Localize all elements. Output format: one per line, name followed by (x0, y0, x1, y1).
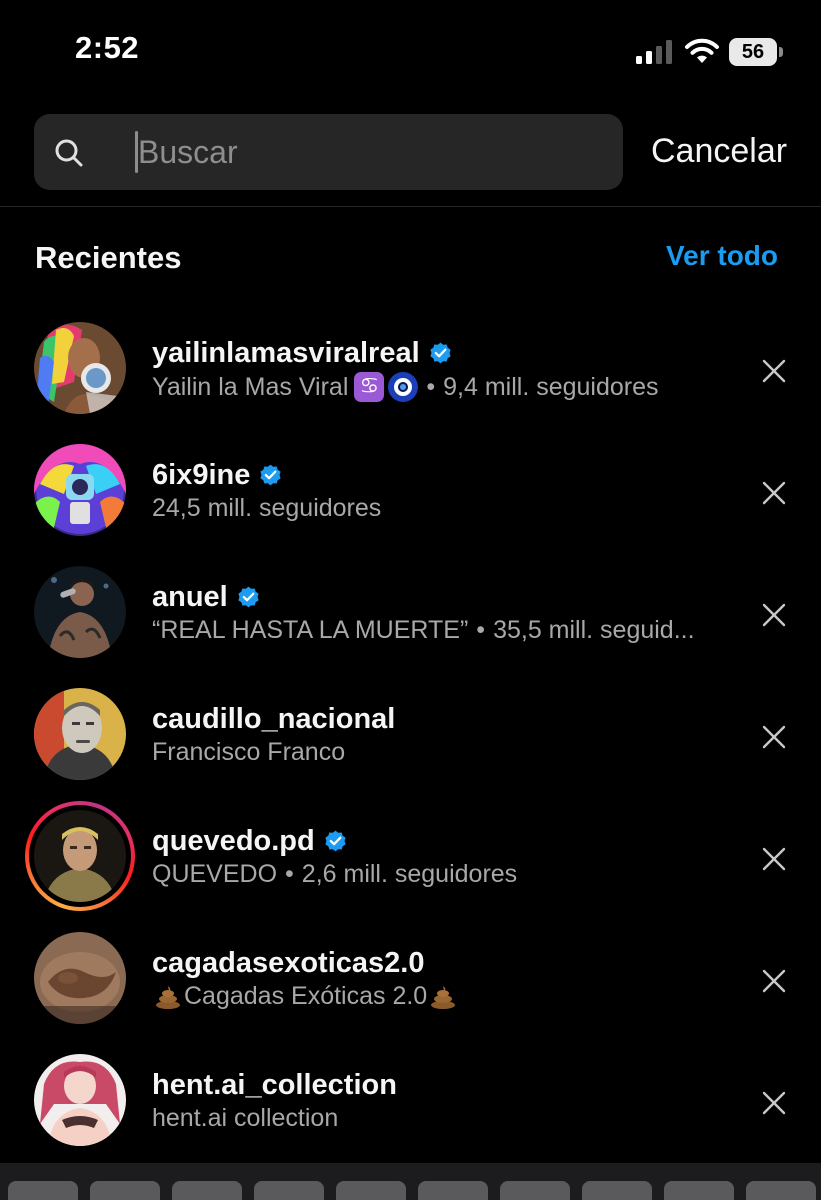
subtitle: “REAL HASTA LA MUERTE” • 35,5 mill. segu… (152, 616, 732, 645)
poop-emoji-icon (431, 985, 456, 1009)
cancer-emoji-icon (354, 372, 385, 402)
battery-cap (779, 47, 783, 57)
separator-dot: • (285, 860, 294, 888)
verified-badge-icon (260, 464, 281, 485)
username: anuel (152, 580, 228, 613)
keyboard-key[interactable] (418, 1181, 488, 1200)
avatar-image (34, 810, 126, 902)
avatar-image (34, 566, 126, 658)
header-divider (0, 206, 821, 207)
username: yailinlamasviralreal (152, 336, 420, 369)
avatar-image (34, 322, 126, 414)
recent-item[interactable]: anuel “REAL HASTA LA MUERTE” • 35,5 mill… (0, 554, 821, 676)
verified-badge-icon (325, 830, 346, 851)
cancel-button[interactable]: Cancelar (651, 132, 787, 171)
battery-icon: 56 (729, 38, 783, 66)
instagram-search-screen: 2:52 56 Cancelar (0, 0, 821, 1200)
username: hent.ai_collection (152, 1068, 397, 1101)
avatar[interactable] (34, 566, 126, 658)
recent-item[interactable]: hent.ai_collection hent.ai collection (0, 1042, 821, 1164)
follower-count: 35,5 mill. seguid... (493, 616, 695, 644)
username: caudillo_nacional (152, 702, 396, 735)
username-row: anuel (152, 580, 261, 614)
keyboard (0, 1163, 821, 1200)
search-input[interactable] (138, 114, 608, 190)
separator-dot: • (426, 372, 436, 401)
subtitle: Francisco Franco (152, 738, 732, 767)
follower-count: 9,4 mill. seguidores (443, 372, 659, 401)
keyboard-key[interactable] (582, 1181, 652, 1200)
remove-recent-button[interactable] (760, 357, 788, 385)
username: cagadasexoticas2.0 (152, 946, 425, 979)
username: quevedo.pd (152, 824, 315, 857)
username-row: caudillo_nacional (152, 702, 395, 736)
avatar-image (34, 932, 126, 1024)
status-bar: 2:52 56 (0, 0, 821, 100)
avatar[interactable] (34, 688, 126, 780)
keyboard-key[interactable] (90, 1181, 160, 1200)
subtitle: Cagadas Exóticas 2.0 (152, 982, 732, 1011)
subtitle: hent.ai collection (152, 1104, 732, 1133)
username-row: yailinlamasviralreal (152, 336, 453, 370)
remove-recent-button[interactable] (760, 601, 788, 629)
wifi-icon (685, 38, 719, 63)
verified-badge-icon (430, 342, 451, 363)
verified-badge-icon (238, 586, 259, 607)
see-all-link[interactable]: Ver todo (666, 240, 778, 272)
search-row: Cancelar (0, 112, 821, 192)
subtitle: QUEVEDO • 2,6 mill. seguidores (152, 860, 732, 889)
display-name: hent.ai collection (152, 1104, 339, 1132)
battery-body: 56 (729, 38, 777, 66)
keyboard-key[interactable] (336, 1181, 406, 1200)
keyboard-key[interactable] (746, 1181, 816, 1200)
remove-recent-button[interactable] (760, 967, 788, 995)
status-time: 2:52 (75, 30, 140, 65)
subtitle: Yailin la Mas Viral • 9,4 mill. seguidor… (152, 372, 732, 402)
display-name: “REAL HASTA LA MUERTE” (152, 616, 469, 644)
avatar[interactable] (34, 322, 126, 414)
recents-title: Recientes (35, 240, 182, 275)
subtitle: 24,5 mill. seguidores (152, 494, 732, 523)
search-icon (55, 139, 83, 167)
display-name: Cagadas Exóticas 2.0 (184, 982, 428, 1010)
avatar-image (34, 444, 126, 536)
username-row: quevedo.pd (152, 824, 348, 858)
avatar[interactable] (34, 1054, 126, 1146)
nazar-eye-emoji-icon (388, 372, 419, 402)
username-row: 6ix9ine (152, 458, 283, 492)
poop-emoji-icon (156, 985, 180, 1009)
signal-icon (636, 40, 672, 64)
keyboard-key[interactable] (664, 1181, 734, 1200)
separator-dot: • (476, 616, 486, 644)
remove-recent-button[interactable] (760, 1089, 788, 1117)
display-name: Yailin la Mas Viral (152, 372, 349, 401)
keyboard-key[interactable] (500, 1181, 570, 1200)
follower-count: 2,6 mill. seguidores (301, 860, 518, 888)
avatar[interactable] (34, 444, 126, 536)
remove-recent-button[interactable] (760, 845, 788, 873)
battery-level: 56 (741, 40, 765, 63)
recent-item[interactable]: cagadasexoticas2.0 Cagadas Exóticas 2.0 (0, 920, 821, 1042)
recent-item[interactable]: yailinlamasviralreal Yailin la Mas Viral… (0, 310, 821, 432)
avatar-image (34, 1054, 126, 1146)
search-box[interactable] (34, 114, 623, 190)
recent-item[interactable]: 6ix9ine 24,5 mill. seguidores (0, 432, 821, 554)
recent-item[interactable]: caudillo_nacional Francisco Franco (0, 676, 821, 798)
avatar[interactable] (34, 932, 126, 1024)
avatar-image (34, 688, 126, 780)
keyboard-key[interactable] (8, 1181, 78, 1200)
recent-item[interactable]: quevedo.pd QUEVEDO • 2,6 mill. seguidore… (0, 798, 821, 920)
keyboard-key[interactable] (254, 1181, 324, 1200)
remove-recent-button[interactable] (760, 723, 788, 751)
username-row: hent.ai_collection (152, 1068, 397, 1102)
keyboard-key[interactable] (172, 1181, 242, 1200)
avatar[interactable] (34, 810, 126, 902)
username-row: cagadasexoticas2.0 (152, 946, 424, 980)
display-name: Francisco Franco (152, 738, 346, 766)
username: 6ix9ine (152, 458, 251, 491)
display-name: QUEVEDO (152, 860, 278, 888)
follower-count: 24,5 mill. seguidores (152, 494, 382, 522)
recent-list: yailinlamasviralreal Yailin la Mas Viral… (0, 310, 821, 1164)
remove-recent-button[interactable] (760, 479, 788, 507)
